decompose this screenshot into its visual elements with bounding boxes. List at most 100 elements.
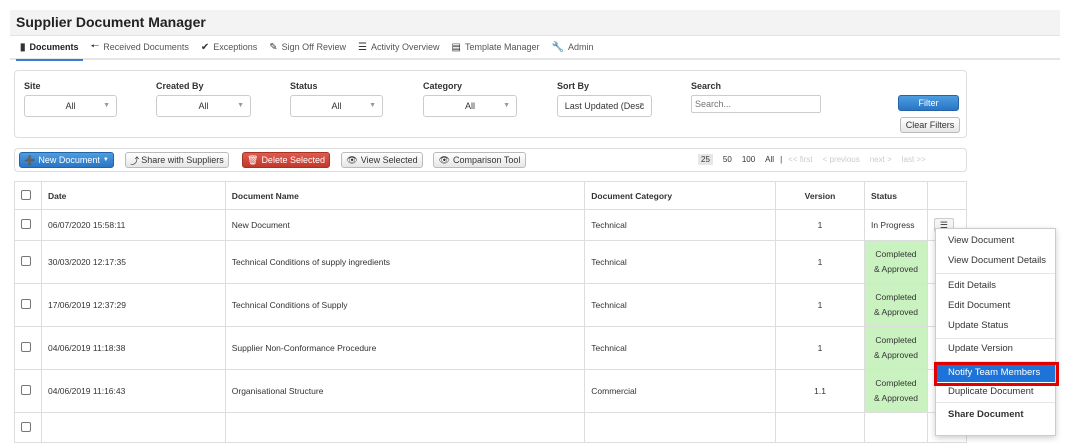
tab-template-manager[interactable]: ▤ Template Manager — [452, 35, 540, 59]
table-row[interactable]: 04/06/2019 11:18:38 Supplier Non-Conform… — [14, 326, 968, 370]
eye-icon: 👁 — [438, 154, 451, 165]
tab-admin[interactable]: 🔧 Admin — [552, 35, 594, 59]
row-checkbox[interactable] — [21, 299, 31, 309]
document-name-cell: Supplier Non-Conformance Procedure — [224, 326, 586, 370]
wrench-icon: 🔧 — [551, 41, 564, 53]
page-size-100[interactable]: 100 — [742, 155, 755, 164]
filter-panel: Site All ▼ Created By All ▼ Status All ▼… — [14, 70, 967, 138]
tab-exceptions[interactable]: ✔ Exceptions — [201, 35, 257, 59]
first-page-link[interactable]: << first — [788, 155, 812, 164]
pager-separator: | — [780, 155, 783, 164]
table-row[interactable]: 06/07/2020 15:58:11 New Document Technic… — [14, 209, 968, 241]
status-cell: In Progress — [863, 209, 928, 241]
menu-item-share-document[interactable]: Share Document — [936, 406, 1055, 424]
page-size-all[interactable]: All — [765, 155, 774, 164]
table-header-row: Date Document Name Document Category Ver… — [14, 181, 968, 210]
menu-divider — [936, 402, 1055, 403]
page-size-25[interactable]: 25 — [698, 154, 713, 165]
row-checkbox[interactable] — [21, 256, 31, 266]
category-cell: Technical — [584, 326, 777, 370]
row-select-cell — [14, 240, 42, 284]
version-cell — [775, 412, 865, 443]
table-row[interactable]: 30/03/2020 12:17:35 Technical Conditions… — [14, 240, 968, 284]
tab-activity-overview[interactable]: ☰ Activity Overview — [358, 35, 439, 59]
document-name-cell: New Document — [224, 209, 586, 241]
status-line-2: & Approved — [874, 307, 918, 317]
status-line-1: Completed — [875, 378, 917, 388]
status-line-2: & Approved — [874, 264, 918, 274]
row-checkbox[interactable] — [21, 342, 31, 352]
status-select[interactable]: All ▼ — [290, 95, 383, 117]
plus-circle-icon: ➕ — [24, 154, 36, 165]
circle-check-icon: ✔ — [200, 41, 210, 53]
row-select-cell — [14, 369, 42, 413]
title-bar: Supplier Document Manager — [10, 10, 1060, 36]
delete-selected-button[interactable]: 🗑 Delete Selected — [242, 152, 330, 168]
row-checkbox[interactable] — [21, 219, 31, 229]
share-with-suppliers-button[interactable]: ⤴ Share with Suppliers — [125, 152, 229, 168]
tab-received-documents-label: Received Documents — [103, 42, 189, 52]
menu-item-edit-details[interactable]: Edit Details — [936, 277, 1055, 295]
sort-by-select[interactable]: Last Updated (Desc ▼ — [557, 95, 652, 117]
filter-button[interactable]: Filter — [898, 95, 959, 111]
status-line-2: & Approved — [874, 350, 918, 360]
search-input[interactable] — [691, 95, 821, 113]
menu-item-update-version[interactable]: Update Version — [936, 340, 1055, 358]
document-category-header[interactable]: Document Category — [584, 181, 777, 210]
document-icon: ▤ — [451, 41, 461, 53]
tab-sign-off-review[interactable]: ✎ Sign Off Review — [269, 35, 346, 59]
category-value: All — [464, 101, 475, 111]
status-cell: Completed & Approved — [863, 240, 928, 284]
menu-item-update-status[interactable]: Update Status — [936, 317, 1055, 335]
clear-filters-button[interactable]: Clear Filters — [900, 117, 960, 133]
select-all-checkbox[interactable] — [21, 189, 31, 200]
row-checkbox[interactable] — [21, 421, 31, 432]
status-header[interactable]: Status — [863, 181, 928, 210]
sort-by-value: Last Updated (Desc — [564, 101, 645, 111]
status-cell: Completed & Approved — [863, 283, 928, 327]
menu-item-edit-document[interactable]: Edit Document — [936, 297, 1055, 315]
tab-sign-off-review-label: Sign Off Review — [281, 42, 347, 52]
created-by-label: Created By — [156, 81, 204, 91]
row-select-cell — [14, 326, 42, 370]
version-cell: 1.1 — [775, 369, 865, 413]
status-line-1: Completed — [875, 335, 917, 345]
arrow-left-icon: 🠔 — [90, 40, 100, 52]
page-size-50[interactable]: 50 — [723, 155, 732, 164]
share-label: Share with Suppliers — [141, 155, 224, 165]
table-row[interactable]: 04/06/2019 11:16:43 Organisational Struc… — [14, 369, 968, 413]
row-checkbox[interactable] — [21, 385, 31, 395]
previous-page-link[interactable]: < previous — [823, 155, 860, 164]
category-select[interactable]: All ▼ — [423, 95, 517, 117]
menu-item-view-document-details[interactable]: View Document Details — [936, 252, 1055, 270]
row-select-cell — [14, 412, 42, 443]
document-name-cell: Technical Conditions of supply ingredien… — [224, 240, 586, 284]
pagination: 25 50 100 All | << first < previous next… — [698, 154, 936, 165]
list-icon: ☰ — [358, 41, 367, 53]
menu-item-view-document[interactable]: View Document — [936, 232, 1055, 250]
version-cell: 1 — [775, 209, 865, 241]
date-header[interactable]: Date — [40, 181, 226, 210]
tab-template-manager-label: Template Manager — [464, 42, 540, 52]
chevron-down-icon: ▼ — [503, 102, 510, 109]
row-select-cell — [14, 209, 42, 241]
version-header[interactable]: Version — [775, 181, 865, 210]
document-name-header[interactable]: Document Name — [224, 181, 586, 210]
created-by-select[interactable]: All ▼ — [156, 95, 251, 117]
site-select[interactable]: All ▼ — [24, 95, 117, 117]
tab-documents[interactable]: ▮ Documents — [16, 35, 83, 61]
table-row[interactable]: 17/06/2019 12:37:29 Technical Conditions… — [14, 283, 968, 327]
search-label: Search — [691, 81, 722, 91]
tab-received-documents[interactable]: 🠔 Received Documents — [91, 35, 189, 59]
table-row[interactable] — [14, 412, 968, 443]
status-label: Status — [290, 81, 318, 91]
view-selected-button[interactable]: 👁 View Selected — [341, 152, 423, 168]
new-document-button[interactable]: ➕ New Document ▼ — [19, 152, 114, 168]
comparison-tool-button[interactable]: 👁 Comparison Tool — [433, 152, 526, 168]
next-page-link[interactable]: next > — [870, 155, 892, 164]
date-cell: 30/03/2020 12:17:35 — [40, 240, 226, 284]
chevron-down-icon: ▼ — [237, 102, 244, 109]
last-page-link[interactable]: last >> — [902, 155, 926, 164]
comparison-label: Comparison Tool — [453, 155, 521, 165]
select-all-cell — [14, 181, 42, 210]
